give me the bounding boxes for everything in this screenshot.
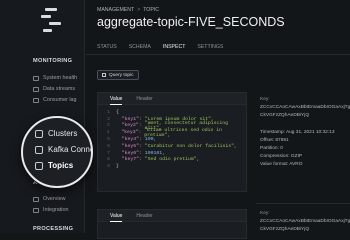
heartbeat-icon: [33, 75, 39, 81]
magnifier-lens: Clusters Kafka Connect Topics: [21, 116, 93, 188]
cluster-icon: [35, 129, 43, 138]
query-icon: [102, 73, 106, 77]
section-title-processing: PROCESSING: [33, 226, 74, 232]
query-topic-button[interactable]: Query topic: [97, 70, 139, 80]
record-meta-panel: Key: ZCCvCCAoCAwAxBbtEmaaDbIOGaAxjTgg Ck…: [260, 209, 350, 233]
main-content: MANAGEMENT > TOPIC aggregate-topic-FIVE_…: [86, 0, 350, 239]
sidebar-item-data-streams[interactable]: Data streams: [33, 86, 75, 92]
key-value-cont: CkVGFzZQhAeDBiYjQ: [260, 112, 310, 118]
topics-icon: [35, 161, 43, 170]
lens-item-kafka-connect[interactable]: Kafka Connect: [35, 145, 91, 154]
record-tab-header[interactable]: Header: [136, 210, 152, 222]
sidebar: MONITORING System health Data streams Co…: [0, 0, 85, 233]
app-logo[interactable]: [41, 8, 61, 34]
meta-divider: [256, 203, 350, 204]
lens-item-topics[interactable]: Topics: [35, 161, 73, 170]
tab-divider: [86, 54, 350, 55]
lens-item-clusters[interactable]: Clusters: [35, 129, 77, 138]
code-line: 6 "key5": "Curabitur non dolor facilisis…: [107, 143, 237, 149]
record-tab-header[interactable]: Header: [136, 93, 152, 105]
record-tab-value[interactable]: Value: [110, 93, 123, 105]
sidebar-item-integration[interactable]: Integration: [33, 207, 68, 213]
stream-icon: [33, 86, 39, 92]
integration-icon: [33, 207, 39, 213]
key-value: ZCCvCCAoCAwAxBbtEmaaDbIOGaAxjTgg: [260, 218, 350, 224]
timestamp: Timestamp: Aug 31, 2021 10:32:13: [260, 129, 335, 135]
code-line: 8 "key7": "Sed odio pretium",: [107, 157, 200, 163]
breadcrumb-separator: >: [137, 7, 141, 13]
code-line: 4 "key3": "Etiam ultrices sed odio in pr…: [106, 127, 222, 138]
sidebar-item-consumer-lag[interactable]: Consumer lag: [33, 97, 77, 103]
record-tabs: Value Header: [98, 93, 246, 105]
code-line: 1{: [107, 109, 119, 115]
sidebar-item-overview[interactable]: Overview: [33, 196, 65, 202]
breadcrumb: MANAGEMENT > TOPIC: [97, 7, 159, 13]
section-title-monitoring: MONITORING: [33, 58, 73, 64]
key-value: ZCCvCCAoCAwAxBbtEmaaDbIOGaAxjTgg: [260, 104, 350, 110]
connect-icon: [35, 145, 43, 154]
partition: Partition: 0: [260, 145, 283, 151]
sidebar-item-system-health[interactable]: System health: [33, 75, 77, 81]
code-line: 7 "key6": 100101,: [107, 150, 165, 156]
record-card: Value Header: [97, 209, 247, 239]
code-line: 9}: [107, 164, 119, 170]
record-meta-panel: Key: ZCCvCCAoCAwAxBbtEmaaDbIOGaAxjTgg Ck…: [260, 95, 350, 168]
lag-icon: [33, 97, 39, 103]
overview-icon: [33, 196, 39, 202]
record-code: 1{ 2 "key1": "Lorem ipsum dolor sit", 3 …: [98, 105, 246, 170]
record-tabs: Value Header: [98, 210, 246, 222]
offset: Offset: 87891: [260, 137, 289, 143]
compression: Compression: GZIP: [260, 153, 303, 159]
key-label: Key:: [260, 96, 270, 102]
record-card: Value Header 1{ 2 "key1": "Lorem ipsum d…: [97, 92, 247, 192]
key-label: Key:: [260, 210, 270, 216]
record-tab-value[interactable]: Value: [110, 210, 123, 222]
breadcrumb-management[interactable]: MANAGEMENT: [97, 7, 134, 13]
value-format: Value format: AVRO: [260, 161, 303, 167]
breadcrumb-topic[interactable]: TOPIC: [143, 7, 159, 13]
key-value-cont: CkVGFzZQhAeDBiYjQ: [260, 226, 310, 232]
page-title: aggregate-topic-FIVE_SECONDS: [97, 15, 285, 29]
